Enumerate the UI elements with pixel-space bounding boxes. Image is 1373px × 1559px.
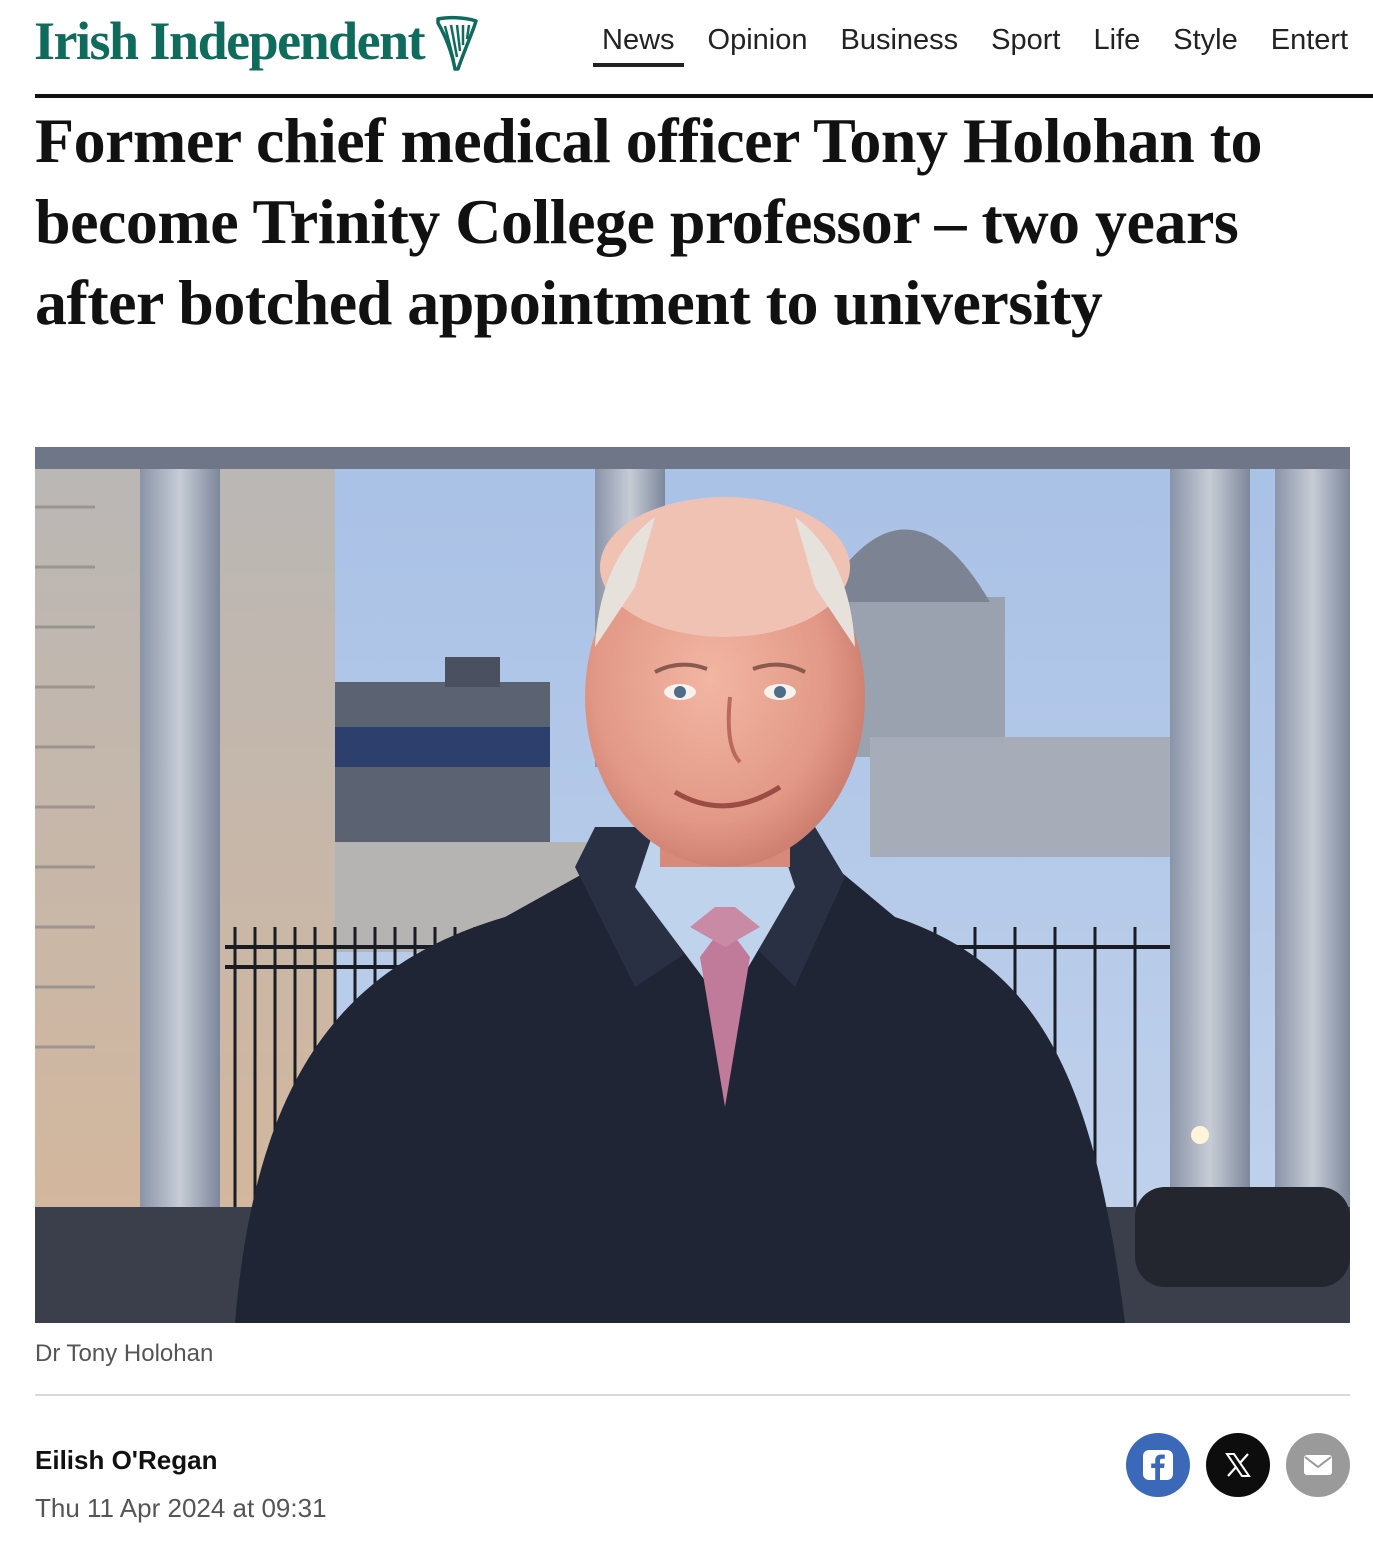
harp-icon [436,15,478,71]
share-email-button[interactable] [1286,1433,1350,1497]
article-headline: Former chief medical officer Tony Holoha… [35,105,1263,338]
nav-opinion[interactable]: Opinion [699,18,817,67]
masthead: Irish Independent News Opinion Business … [0,0,1373,96]
main-nav: News Opinion Business Sport Life Style E… [593,18,1372,67]
nav-sport[interactable]: Sport [982,18,1069,67]
facebook-icon [1143,1450,1173,1480]
portrait-illustration [35,447,1350,1323]
caption-divider [35,1394,1350,1396]
image-caption: Dr Tony Holohan [35,1340,214,1367]
nav-entertainment[interactable]: Entert [1262,18,1357,67]
x-icon [1225,1453,1251,1477]
share-x-button[interactable] [1206,1433,1270,1497]
site-logo[interactable]: Irish Independent [34,6,480,76]
header-divider [35,94,1373,98]
nav-news[interactable]: News [593,18,684,67]
author-name[interactable]: Eilish O'Regan [35,1445,217,1476]
nav-style[interactable]: Style [1164,18,1246,67]
article-photo [35,447,1350,1323]
email-icon [1304,1455,1332,1475]
nav-business[interactable]: Business [831,18,967,67]
logo-text: Irish Independent [34,11,426,71]
nav-life[interactable]: Life [1084,18,1149,67]
publish-date: Thu 11 Apr 2024 at 09:31 [35,1493,327,1523]
share-facebook-button[interactable] [1126,1433,1190,1497]
main-nav-clip: News Opinion Business Sport Life Style E… [593,0,1373,90]
